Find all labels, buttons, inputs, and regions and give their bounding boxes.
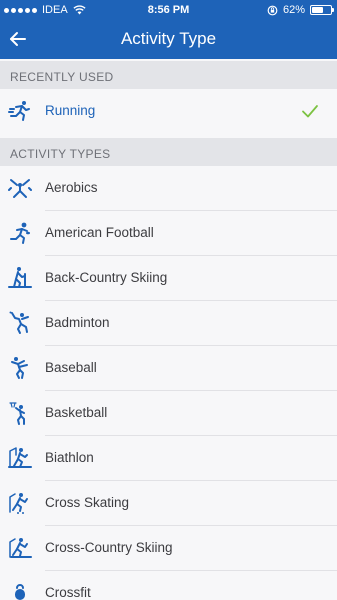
running-icon xyxy=(8,101,30,121)
list-item-label: Cross-Country Skiing xyxy=(45,540,173,555)
list-item-aerobics[interactable]: Aerobics xyxy=(0,166,337,211)
list-item-american-football[interactable]: American Football xyxy=(0,211,337,256)
basketball-icon xyxy=(9,402,25,425)
list-item-label: Baseball xyxy=(45,360,97,375)
status-bar: IDEA 8:56 PM 62% xyxy=(0,0,337,20)
biathlon-icon xyxy=(8,447,32,468)
aerobics-icon xyxy=(8,179,32,198)
list-item-running[interactable]: Running xyxy=(0,89,337,134)
list-item-biathlon[interactable]: Biathlon xyxy=(0,436,337,481)
list-item-label: American Football xyxy=(45,225,154,240)
list-item-badminton[interactable]: Badminton xyxy=(0,301,337,346)
page-title: Activity Type xyxy=(120,29,217,48)
back-country-skiing-icon xyxy=(8,267,32,288)
list-item-label: Biathlon xyxy=(45,450,94,465)
battery-level xyxy=(312,7,324,13)
nav-bar: Activity Type xyxy=(0,20,337,59)
section-header-recently-used: RECENTLY USED xyxy=(0,61,337,89)
checkmark-icon xyxy=(302,105,318,118)
list-item-label: Crossfit xyxy=(45,585,91,600)
list-item-label: Basketball xyxy=(45,405,108,420)
list-item-cross-skating[interactable]: Cross Skating xyxy=(0,481,337,526)
list-item-label: Aerobics xyxy=(45,180,98,195)
list-item-baseball[interactable]: Baseball xyxy=(0,346,337,391)
section-header-activity-types: ACTIVITY TYPES xyxy=(0,138,337,166)
list-item-basketball[interactable]: Basketball xyxy=(0,391,337,436)
list-item-cross-country-skiing[interactable]: Cross-Country Skiing xyxy=(0,526,337,571)
list-item-label: Badminton xyxy=(45,315,110,330)
list-item-crossfit[interactable]: Crossfit xyxy=(0,571,337,600)
list-item-label: Back-Country Skiing xyxy=(45,270,168,285)
cross-skating-icon xyxy=(9,493,28,514)
cross-country-skiing-icon xyxy=(9,538,32,558)
battery-percent: 62% xyxy=(282,4,305,16)
american-football-icon xyxy=(10,222,30,244)
battery-icon xyxy=(310,5,334,15)
badminton-icon xyxy=(9,311,29,334)
list-item-back-country-skiing[interactable]: Back-Country Skiing xyxy=(0,256,337,301)
status-right: 62% xyxy=(267,4,334,16)
list-item-label: Cross Skating xyxy=(45,495,130,510)
rotation-lock-icon xyxy=(267,5,278,15)
crossfit-icon xyxy=(15,584,25,600)
baseball-icon xyxy=(11,357,28,379)
list-item-label: Running xyxy=(45,103,96,118)
